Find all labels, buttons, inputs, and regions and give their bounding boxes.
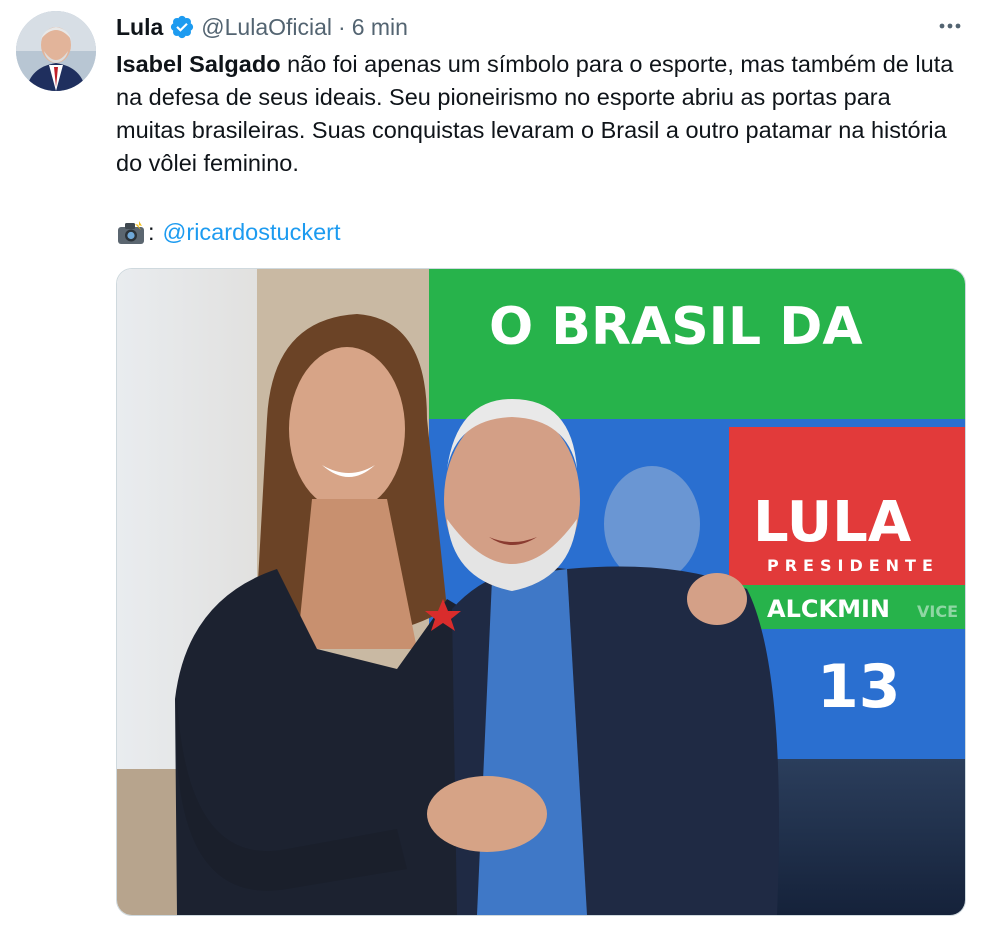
poster-vice-suffix: VICE [917,602,958,621]
camera-flash-emoji [116,220,146,246]
more-options-icon[interactable] [936,14,964,38]
credit-colon: : [148,219,155,245]
poster-vice: ALCKMIN [767,595,890,623]
tweet-timestamp[interactable]: 6 min [352,14,408,41]
author-handle[interactable]: @LulaOficial [201,14,332,41]
photographer-mention-link[interactable]: @ricardostuckert [163,216,341,249]
banner-headline: O BRASIL DA [489,297,863,357]
poster-number: 13 [817,652,901,722]
tweet-bold-lead: Isabel Salgado [116,51,281,77]
tweet-card[interactable]: Lula @LulaOficial · 6 min Isabel Salgado… [0,0,984,940]
tweet-photo[interactable]: O BRASIL DA LULA PRESIDENTE ALCKMIN VICE… [116,268,966,916]
verified-badge-icon [169,14,195,40]
tweet-header: Lula @LulaOficial · 6 min [116,10,408,44]
photo-credit: : @ricardostuckert [116,216,341,249]
author-avatar[interactable] [16,11,96,91]
tweet-text: Isabel Salgado não foi apenas um símbolo… [116,48,966,180]
author-name[interactable]: Lula [116,14,163,41]
poster-name: LULA [753,490,912,555]
header-separator: · [338,13,346,40]
poster-title: PRESIDENTE [767,556,939,575]
